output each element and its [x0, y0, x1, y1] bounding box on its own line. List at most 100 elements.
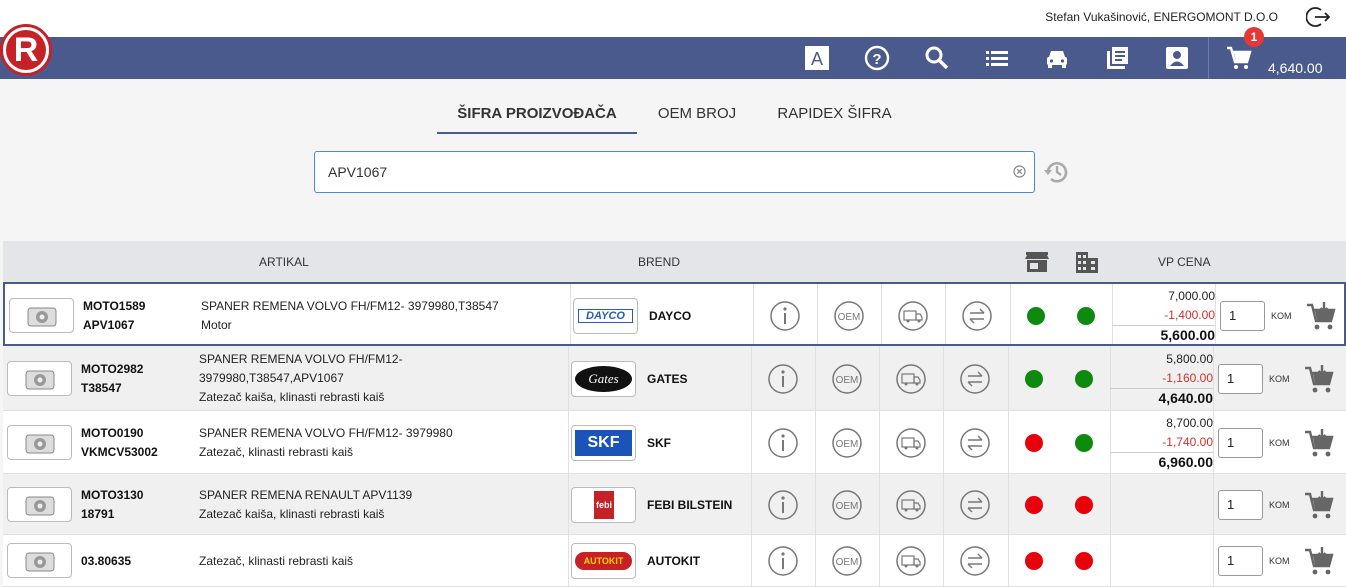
product-description: SPANER REMENA VOLVO FH/FM12- 3979980 Zate…: [199, 424, 559, 462]
cell-divider: [879, 411, 880, 473]
add-to-cart-icon[interactable]: [1303, 364, 1335, 394]
clear-icon[interactable]: [1013, 165, 1026, 178]
cell-divider: [943, 474, 944, 534]
quantity-input[interactable]: 1: [1218, 427, 1263, 458]
product-codes[interactable]: MOTO2982 T38547: [81, 360, 143, 398]
warehouse-stock-indicator: [1075, 495, 1093, 514]
quantity-input[interactable]: 1: [1218, 363, 1263, 394]
product-thumbnail[interactable]: [7, 424, 72, 460]
product-thumbnail[interactable]: [9, 298, 74, 333]
table-row[interactable]: 03.80635 Zatezač, klinasti rebrasti kaiš A…: [3, 535, 1346, 587]
cell-divider: [751, 346, 752, 410]
oem-icon[interactable]: OEM: [831, 545, 863, 577]
cell-divider: [1213, 346, 1214, 410]
oem-icon[interactable]: OEM: [831, 489, 863, 521]
info-icon[interactable]: [767, 363, 799, 395]
delivery-icon[interactable]: [897, 300, 929, 332]
add-to-cart-icon[interactable]: [1305, 301, 1337, 331]
manufacturer-code: 18791: [81, 506, 115, 521]
tab-manufacturer-code[interactable]: ŠIFRA PROIZVOĐAČA: [437, 102, 637, 134]
cell-divider: [943, 535, 944, 586]
delivery-icon[interactable]: [895, 545, 927, 577]
add-to-cart-icon[interactable]: [1303, 546, 1335, 576]
svg-text:OEM: OEM: [836, 439, 859, 450]
swap-icon[interactable]: [959, 427, 991, 459]
discount: -1,400.00: [1164, 308, 1215, 322]
quantity-input[interactable]: 1: [1218, 546, 1263, 576]
description-line: SPANER REMENA RENAULT APV1139: [199, 487, 413, 502]
description-line: SPANER REMENA VOLVO FH/FM12-: [199, 352, 403, 366]
list-price: 5,800.00: [1166, 351, 1213, 366]
list-price: 8,700.00: [1166, 415, 1213, 430]
store-stock-indicator: [1027, 307, 1045, 325]
description-line: SPANER REMENA VOLVO FH/FM12- 3979980,T38…: [201, 299, 499, 313]
cart-icon[interactable]: [1226, 45, 1252, 71]
manufacturer-code: VKMCV53002: [81, 444, 158, 459]
swap-icon[interactable]: [961, 300, 993, 332]
product-thumbnail[interactable]: [7, 543, 72, 578]
unit-label: KOM: [1269, 373, 1290, 384]
delivery-icon[interactable]: [895, 489, 927, 521]
font-a-icon[interactable]: A: [804, 45, 830, 71]
delivery-icon[interactable]: [895, 363, 927, 395]
table-row[interactable]: MOTO3130 18791 SPANER REMENA RENAULT APV11…: [3, 474, 1346, 535]
product-description: SPANER REMENA RENAULT APV1139 Zatezač kai…: [199, 486, 559, 524]
contact-icon[interactable]: [1164, 45, 1190, 71]
oem-icon[interactable]: OEM: [831, 427, 863, 459]
brand-logo-autokit[interactable]: AUTOKIT: [571, 543, 636, 579]
oem-icon[interactable]: OEM: [831, 363, 863, 395]
help-icon[interactable]: ?: [864, 45, 890, 71]
product-codes[interactable]: MOTO1589 APV1067: [83, 297, 145, 335]
unit-label: KOM: [1269, 556, 1290, 566]
cell-divider: [1008, 535, 1009, 586]
add-to-cart-icon[interactable]: [1303, 428, 1335, 458]
delivery-icon[interactable]: [895, 427, 927, 459]
product-thumbnail[interactable]: [7, 486, 72, 522]
car-icon[interactable]: [1044, 45, 1070, 71]
cell-divider: [1215, 284, 1216, 344]
brand-logo-dayco[interactable]: DAYCO: [573, 298, 638, 334]
search-input[interactable]: [315, 152, 995, 192]
swap-icon[interactable]: [959, 363, 991, 395]
info-icon[interactable]: [767, 427, 799, 459]
product-codes[interactable]: MOTO3130 18791: [81, 486, 143, 524]
tab-rapidex-code[interactable]: RAPIDEX ŠIFRA: [767, 102, 902, 134]
product-thumbnail[interactable]: [7, 360, 72, 396]
list-icon[interactable]: [984, 45, 1010, 71]
rapidex-logo[interactable]: R: [0, 24, 52, 76]
brand-logo-febi[interactable]: febi: [571, 486, 636, 523]
product-description: SPANER REMENA VOLVO FH/FM12- 3979980,T38…: [201, 297, 561, 335]
product-codes[interactable]: MOTO0190 VKMCV53002: [81, 424, 158, 462]
description-line: 3979980,T38547,APV1067: [199, 371, 344, 385]
swap-icon[interactable]: [959, 489, 991, 521]
quantity-input[interactable]: 1: [1218, 489, 1263, 520]
search-icon[interactable]: [924, 45, 950, 71]
add-to-cart-icon[interactable]: [1303, 490, 1335, 520]
table-row[interactable]: MOTO1589 APV1067 SPANER REMENA VOLVO FH/FM…: [3, 282, 1346, 346]
quantity-input[interactable]: 1: [1220, 301, 1265, 331]
info-icon[interactable]: [767, 489, 799, 521]
table-row[interactable]: MOTO2982 T38547 SPANER REMENA VOLVO FH/FM1…: [3, 346, 1346, 411]
top-bar: Stefan Vukašinović, ENERGOMONT D.O.O: [0, 0, 1346, 37]
swap-icon[interactable]: [959, 545, 991, 577]
info-icon[interactable]: [769, 300, 801, 332]
description-line: SPANER REMENA VOLVO FH/FM12- 3979980: [199, 425, 453, 440]
logo-letter: R: [6, 30, 46, 70]
store-stock-indicator: [1025, 495, 1043, 514]
table-row[interactable]: MOTO0190 VKMCV53002 SPANER REMENA VOLVO FH…: [3, 411, 1346, 474]
cart-total[interactable]: 4,640.00: [1268, 60, 1323, 76]
final-price: 5,600.00: [1112, 325, 1215, 345]
product-codes[interactable]: 03.80635: [81, 552, 131, 571]
svg-text:OEM: OEM: [836, 375, 859, 386]
tab-oem-number[interactable]: OEM BROJ: [649, 102, 745, 134]
brand-logo-gates[interactable]: Gates: [571, 360, 636, 397]
store-stock-indicator: [1025, 552, 1043, 570]
main-navbar: A ?: [0, 37, 1346, 79]
oem-icon[interactable]: OEM: [833, 300, 865, 332]
history-icon[interactable]: [1042, 158, 1070, 186]
brand-logo-skf[interactable]: SKF: [571, 424, 636, 461]
catalog-icon[interactable]: [1104, 45, 1130, 71]
logout-icon[interactable]: [1306, 6, 1332, 28]
info-icon[interactable]: [767, 545, 799, 577]
brand-name: AUTOKIT: [647, 554, 701, 568]
